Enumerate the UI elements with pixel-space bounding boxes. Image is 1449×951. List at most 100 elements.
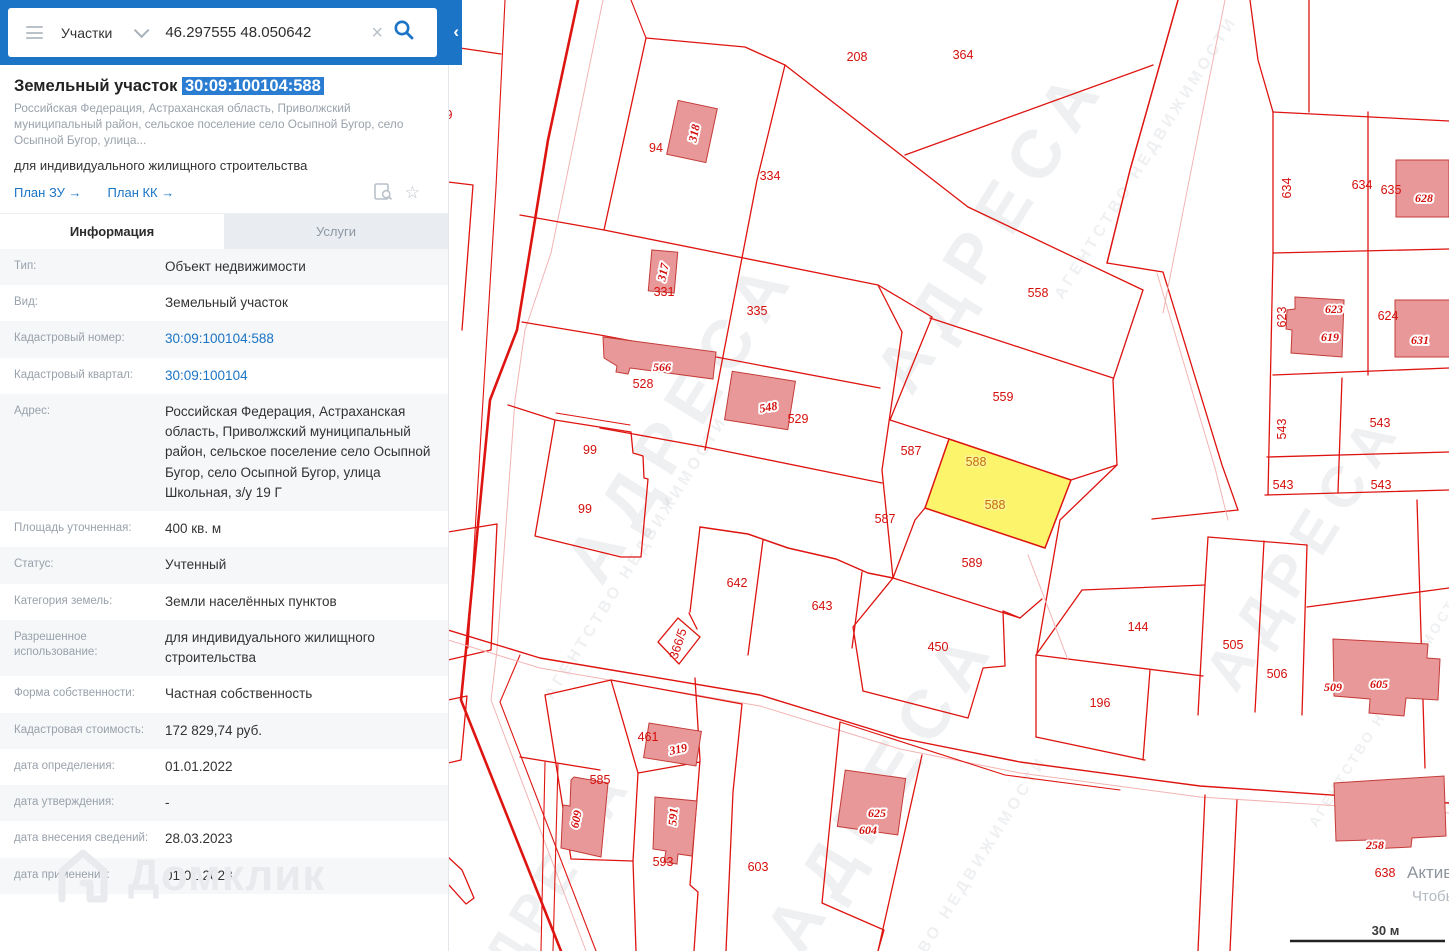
favorite-star-icon[interactable]: ☆ — [405, 183, 420, 206]
building-label: 628 — [1415, 191, 1433, 205]
parcel-label: 585 — [590, 773, 611, 787]
info-row: Кадастровая стоимость: 172 829,74 руб. — [0, 712, 448, 749]
parcel-label: 543 — [1370, 416, 1391, 430]
parcel-label: 461 — [638, 730, 659, 744]
parcel-boundary — [1249, 0, 1274, 113]
parcel-boundary — [610, 679, 639, 774]
plan-kk-link[interactable]: План КК → — [108, 185, 175, 200]
building-footprint — [652, 796, 698, 865]
row-label: Разрешенное использование: — [14, 630, 98, 658]
info-row: Площадь уточненная: 400 кв. м — [0, 511, 448, 547]
selected-parcel-label: 588 — [966, 455, 987, 469]
info-row: Форма собственности: Частная собственност… — [0, 676, 448, 712]
row-value: 172 829,74 руб. — [165, 722, 263, 738]
building-label: 605 — [1370, 677, 1388, 691]
map-watermark-text: АГЕНТСТВО НЕДВИЖИМОСТИ — [1051, 13, 1241, 302]
row-label: Категория земель: — [14, 594, 113, 607]
panel-collapse-button[interactable]: ‹ — [453, 22, 459, 42]
chevron-down-icon[interactable] — [134, 22, 150, 39]
parcel-boundary — [1035, 736, 1146, 761]
parcel-boundary — [1197, 794, 1206, 951]
parcel-boundary — [519, 756, 601, 771]
tab-bar: Информация Услуги — [0, 212, 448, 249]
parcel-boundary — [1142, 669, 1151, 761]
parcel-boundary — [630, 0, 647, 39]
row-value: Земельный участок — [165, 295, 288, 311]
parcel-boundary — [519, 214, 879, 286]
parcel-label: 589 — [962, 556, 983, 570]
parcel-label: 587 — [875, 512, 896, 526]
parcel-boundary — [1027, 554, 1069, 661]
info-row: Вид: Земельный участок — [0, 285, 448, 321]
row-label: Тип: — [14, 259, 37, 272]
building-footprint — [1395, 159, 1449, 218]
parcel-boundary — [603, 37, 647, 231]
parcel-boundary — [610, 679, 743, 705]
parcel-boundary — [892, 577, 1021, 619]
parcel-boundary — [632, 860, 637, 951]
search-category-dropdown[interactable]: Участки — [61, 25, 112, 41]
info-row: Тип: Объект недвижимости — [0, 248, 448, 286]
building-label: 623 — [1325, 302, 1343, 316]
row-value-link[interactable]: 30:09:100104:588 — [165, 321, 448, 357]
search-input[interactable] — [163, 23, 368, 42]
info-row: Статус: Учтенный — [0, 547, 448, 584]
building-footprint — [1333, 775, 1447, 850]
parcel-boundary — [555, 412, 631, 426]
parcel-label: 208 — [847, 50, 868, 64]
parcel-boundary — [507, 404, 556, 421]
parcel-label: 634 — [1280, 178, 1294, 199]
parcel-label: 364 — [953, 48, 974, 62]
row-label: Площадь уточненная: — [14, 522, 132, 535]
parcel-boundary — [852, 626, 864, 692]
tab-services[interactable]: Услуги — [224, 213, 448, 249]
building-label: 591 — [665, 807, 681, 826]
row-value: Российская Федерация, Астраханская облас… — [165, 403, 431, 500]
parcel-boundary — [1272, 248, 1449, 254]
parcel-label: 587 — [901, 444, 922, 458]
parcel-label: 623 — [1275, 307, 1289, 328]
parcel-label: 331 — [654, 285, 675, 299]
object-type-title: Земельный участок — [14, 77, 178, 95]
menu-icon[interactable] — [26, 26, 43, 39]
address-subtitle: Российская Федерация, Астраханская облас… — [14, 101, 404, 147]
parcel-label: 506 — [1267, 667, 1288, 681]
parcel-boundary — [459, 47, 502, 55]
parcel-label: 99 — [578, 502, 592, 516]
info-row: дата утверждения: - — [0, 785, 448, 822]
row-label: Кадастровый квартал: — [14, 368, 133, 381]
parcel-label: 196 — [1090, 696, 1111, 710]
tab-information[interactable]: Информация — [0, 213, 224, 249]
parcel-boundary — [1081, 584, 1206, 591]
parcel-boundary — [1306, 587, 1449, 608]
parcel-label: 603 — [748, 860, 769, 874]
parcel-boundary — [725, 703, 743, 951]
clear-search-icon[interactable]: × — [371, 23, 383, 43]
building-label: 604 — [859, 823, 877, 837]
row-label: Кадастровый номер: — [14, 332, 125, 345]
row-label: Форма собственности: — [14, 687, 135, 700]
info-row: Разрешенное использование: для индивидуал… — [0, 619, 448, 677]
parcel-boundary — [1035, 654, 1204, 677]
row-value: Объект недвижимости — [165, 258, 306, 274]
building-label: 631 — [1411, 333, 1429, 347]
parcel-boundary — [1272, 111, 1449, 122]
parcel-label: 593 — [653, 855, 674, 869]
selected-parcel-588[interactable] — [924, 438, 1072, 549]
map-watermark-text: АДРЕСА — [448, 757, 644, 951]
plan-zu-link[interactable]: План ЗУ → — [14, 185, 82, 200]
parcel-label: 543 — [1273, 478, 1294, 492]
document-search-icon[interactable] — [373, 182, 393, 206]
parcel-boundary — [699, 526, 894, 579]
parcel-boundary — [784, 64, 969, 208]
activation-overlay-subtext: Чтобы ак — [1412, 888, 1449, 905]
row-value-link[interactable]: 30:09:100104 — [165, 358, 448, 394]
search-button[interactable] — [393, 19, 415, 46]
domclick-watermark: Домклик — [52, 845, 325, 907]
row-label: дата определения: — [14, 759, 115, 772]
row-value: Учтенный — [165, 557, 227, 573]
parcel-boundary — [852, 577, 894, 628]
info-row: Кадастровый номер: 30:09:100104:588 — [0, 321, 448, 358]
cadastral-map[interactable]: АДРЕСААДРЕСААДРЕСААДРЕСААДРЕСААГЕНТСТВО … — [448, 0, 1449, 951]
row-value: 01.01.2022 — [165, 758, 233, 774]
